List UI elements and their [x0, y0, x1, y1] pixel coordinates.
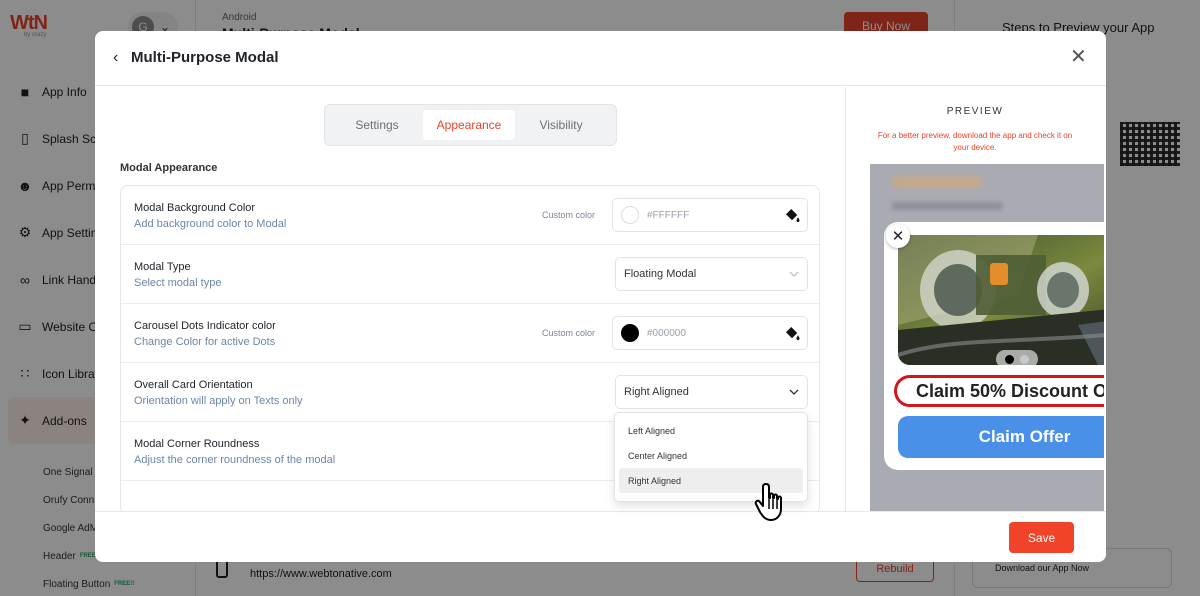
paint-bucket-icon[interactable] — [783, 324, 801, 342]
setting-description: Select modal type — [134, 277, 222, 289]
custom-color-label: Custom color — [542, 328, 596, 338]
tab-settings[interactable]: Settings — [331, 110, 423, 140]
carousel-dot-active[interactable] — [1005, 354, 1014, 364]
setting-row-modal-type: Modal Type Select modal type Floating Mo… — [121, 245, 819, 304]
chevron-down-icon — [789, 389, 799, 395]
setting-row-dots-color: Carousel Dots Indicator color Change Col… — [121, 304, 819, 363]
setting-label: Modal Background Color — [134, 202, 256, 214]
modal-title: Multi-Purpose Modal — [131, 49, 279, 66]
preview-note: For a better preview, download the app a… — [877, 131, 1073, 152]
carousel-dot[interactable] — [1020, 354, 1029, 364]
section-title: Modal Appearance — [120, 162, 218, 174]
hex-value[interactable]: #FFFFFF — [647, 210, 775, 221]
preview-card-title: Claim 50% Discount Offer — [894, 375, 1104, 407]
carousel-dots — [996, 350, 1038, 365]
tab-appearance[interactable]: Appearance — [423, 110, 515, 140]
paint-bucket-icon[interactable] — [783, 206, 801, 224]
chevron-down-icon — [789, 271, 799, 277]
setting-description: Add background color to Modal — [134, 218, 287, 230]
orientation-select[interactable]: Right Aligned — [615, 375, 808, 409]
close-icon[interactable]: ✕ — [886, 224, 910, 248]
preview-label: PREVIEW — [946, 106, 1004, 117]
hex-value[interactable]: #000000 — [647, 328, 775, 339]
background-color-input[interactable]: #FFFFFF — [612, 198, 808, 232]
preview-modal-card: ✕ Claim 50% Discount O Claim Offer — [884, 222, 1104, 470]
tab-visibility[interactable]: Visibility — [515, 110, 607, 140]
back-arrow-icon[interactable]: ‹ — [113, 49, 129, 67]
setting-label: Modal Type — [134, 261, 191, 273]
setting-label: Carousel Dots Indicator color — [134, 320, 276, 332]
color-swatch[interactable] — [621, 206, 639, 224]
setting-label: Overall Card Orientation — [134, 379, 253, 391]
claim-offer-button[interactable]: Claim Offer — [898, 416, 1104, 458]
setting-row-background-color: Modal Background Color Add background co… — [121, 186, 819, 245]
setting-label: Modal Corner Roundness — [134, 438, 260, 450]
modal-footer: Save — [95, 511, 1106, 562]
color-swatch[interactable] — [621, 324, 639, 342]
setting-description: Adjust the corner roundness of the modal — [134, 454, 336, 466]
modal-dialog: ‹ Multi-Purpose Modal ✕ Settings Appeara… — [95, 31, 1106, 562]
blurred-text — [892, 202, 1002, 210]
carousel-image — [898, 235, 1104, 365]
car-photo — [898, 235, 1104, 365]
option-left-aligned[interactable]: Left Aligned — [619, 418, 803, 443]
modal-header: ‹ Multi-Purpose Modal ✕ — [95, 31, 1106, 86]
phone-preview: ✕ Claim 50% Discount O Claim Offer — [870, 164, 1104, 512]
custom-color-label: Custom color — [542, 210, 596, 220]
setting-description: Change Color for active Dots — [134, 336, 276, 348]
option-center-aligned[interactable]: Center Aligned — [619, 443, 803, 468]
tab-bar: Settings Appearance Visibility — [324, 104, 617, 146]
dots-color-input[interactable]: #000000 — [612, 316, 808, 350]
hand-pointer-icon — [754, 483, 782, 521]
save-button[interactable]: Save — [1009, 522, 1074, 553]
blurred-header — [892, 176, 982, 188]
close-icon[interactable]: ✕ — [1070, 47, 1088, 67]
preview-panel: PREVIEW For a better preview, download t… — [845, 87, 1104, 512]
modal-type-select[interactable]: Floating Modal — [615, 257, 808, 291]
setting-description: Orientation will apply on Texts only — [134, 395, 303, 407]
